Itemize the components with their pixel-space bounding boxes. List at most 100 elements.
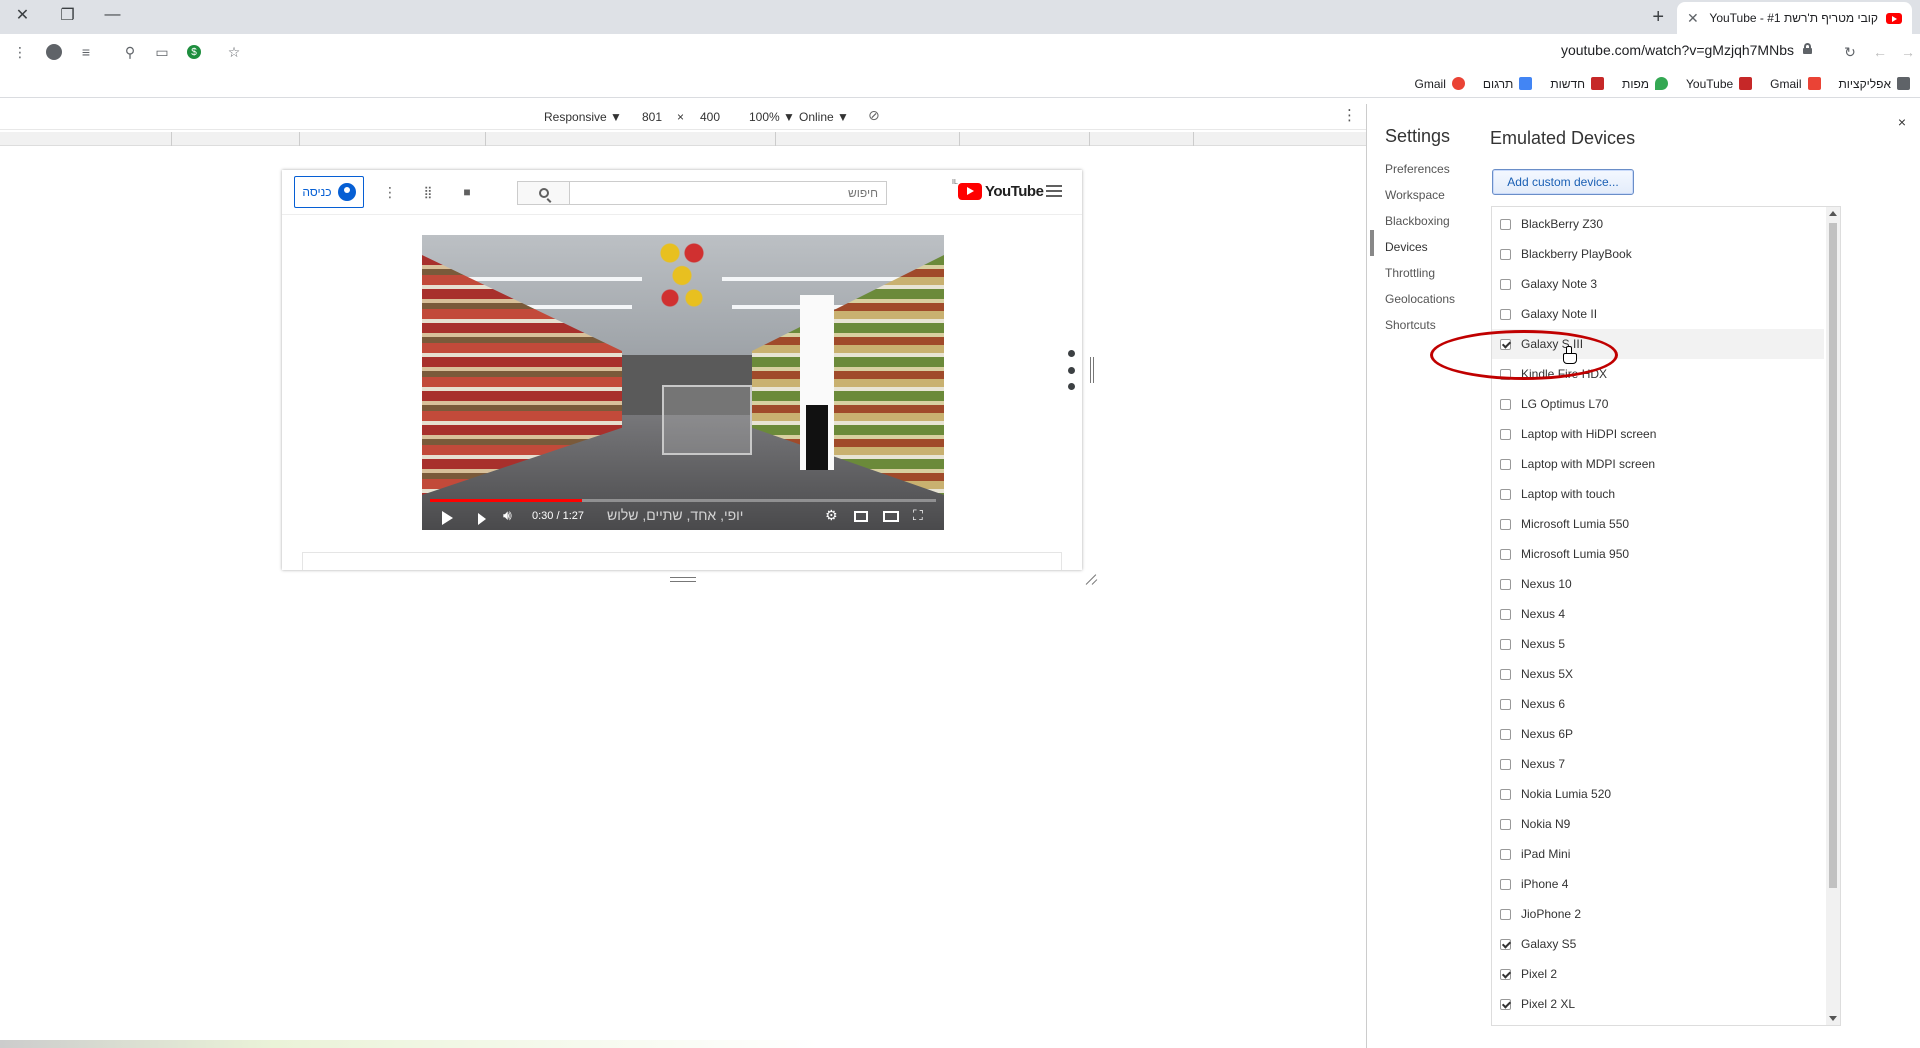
theater-mode-icon[interactable] xyxy=(883,511,899,522)
media-query-bar[interactable] xyxy=(0,132,1366,146)
devices-scrollbar[interactable] xyxy=(1826,207,1840,1025)
device-checkbox[interactable] xyxy=(1500,218,1511,230)
device-row[interactable]: Galaxy Note 3 xyxy=(1492,269,1824,299)
new-tab-button[interactable]: + xyxy=(1652,6,1664,29)
device-checkbox[interactable] xyxy=(1500,338,1511,350)
progress-bar[interactable] xyxy=(430,499,582,502)
device-checkbox[interactable] xyxy=(1500,788,1511,800)
settings-nav-blackboxing[interactable]: Blackboxing xyxy=(1385,214,1450,228)
device-checkbox[interactable] xyxy=(1500,698,1511,710)
profile-icon[interactable] xyxy=(44,42,64,62)
device-checkbox[interactable] xyxy=(1500,728,1511,740)
forward-icon[interactable]: → xyxy=(1898,42,1918,62)
device-row[interactable]: BlackBerry Z30 xyxy=(1492,209,1824,239)
device-checkbox[interactable] xyxy=(1500,608,1511,620)
device-row[interactable]: Nexus 5X xyxy=(1492,659,1824,689)
add-custom-device-button[interactable]: Add custom device... xyxy=(1492,169,1634,195)
bookmark-youtube[interactable]: YouTube xyxy=(1686,77,1753,91)
viewport-height-input[interactable]: 400 xyxy=(700,110,720,124)
address-bar[interactable]: youtube.com/watch?v=gMzjqh7MNbs xyxy=(1561,42,1794,58)
sign-in-button[interactable]: כניסה xyxy=(294,176,364,208)
device-row[interactable]: Microsoft Lumia 550 xyxy=(1492,509,1824,539)
video-player[interactable]: 🔊︎ 0:30 / 1:27 יופי, אחד, שתיים, שלוש ⚙ … xyxy=(422,235,944,530)
bookmark-translate[interactable]: תרגום xyxy=(1483,77,1533,91)
back-icon[interactable]: ← xyxy=(1870,42,1890,62)
device-row[interactable]: Nexus 6 xyxy=(1492,689,1824,719)
extension-image-icon[interactable]: ▭ xyxy=(152,42,172,62)
bookmark-gmail-2[interactable]: Gmail xyxy=(1415,77,1465,91)
close-window-icon[interactable]: ✕ xyxy=(0,0,45,30)
device-row[interactable]: Galaxy S5 xyxy=(1492,929,1824,959)
settings-nav-devices[interactable]: Devices xyxy=(1385,240,1428,254)
bookmark-maps[interactable]: מפות xyxy=(1622,77,1669,91)
device-row[interactable]: iPad Mini xyxy=(1492,839,1824,869)
reading-list-icon[interactable]: ≡ xyxy=(76,42,96,62)
device-row[interactable]: Galaxy S III xyxy=(1492,329,1824,359)
device-checkbox[interactable] xyxy=(1500,938,1511,950)
device-row[interactable]: Nexus 7 xyxy=(1492,749,1824,779)
network-throttle-select[interactable]: Online ▼ xyxy=(799,110,849,124)
settings-nav-throttling[interactable]: Throttling xyxy=(1385,266,1435,280)
miniplayer-icon[interactable] xyxy=(854,511,868,522)
settings-more-icon[interactable]: ⋮ xyxy=(382,184,398,200)
device-checkbox[interactable] xyxy=(1500,668,1511,680)
device-checkbox[interactable] xyxy=(1500,998,1511,1010)
device-checkbox[interactable] xyxy=(1500,848,1511,860)
device-row[interactable]: Nokia N9 xyxy=(1492,809,1824,839)
device-checkbox[interactable] xyxy=(1500,488,1511,500)
settings-nav-preferences[interactable]: Preferences xyxy=(1385,162,1450,176)
device-checkbox[interactable] xyxy=(1500,368,1511,380)
device-row[interactable]: Nokia Lumia 520 xyxy=(1492,779,1824,809)
device-checkbox[interactable] xyxy=(1500,518,1511,530)
device-checkbox[interactable] xyxy=(1500,878,1511,890)
viewport-width-input[interactable]: 801 xyxy=(642,110,662,124)
device-checkbox[interactable] xyxy=(1500,398,1511,410)
device-row[interactable]: Laptop with touch xyxy=(1492,479,1824,509)
device-row[interactable]: LG Optimus L70 xyxy=(1492,389,1824,419)
lock-icon[interactable] xyxy=(1803,43,1812,54)
volume-icon[interactable]: 🔊︎ xyxy=(503,507,517,523)
tab-close-icon[interactable]: ✕ xyxy=(1687,10,1699,27)
device-checkbox[interactable] xyxy=(1500,818,1511,830)
device-row[interactable]: Laptop with MDPI screen xyxy=(1492,449,1824,479)
browser-tab[interactable]: קובי מטריף ת'רשת #1 - YouTube ✕ xyxy=(1677,2,1912,34)
settings-nav-shortcuts[interactable]: Shortcuts xyxy=(1385,318,1436,332)
device-checkbox[interactable] xyxy=(1500,428,1511,440)
bookmark-apps[interactable]: אפליקציות xyxy=(1839,77,1910,91)
create-video-icon[interactable]: ■ xyxy=(459,184,475,200)
settings-gear-icon[interactable]: ⚙ xyxy=(825,507,839,523)
device-row[interactable]: JioPhone 2 xyxy=(1492,899,1824,929)
settings-nav-geolocations[interactable]: Geolocations xyxy=(1385,292,1455,306)
play-icon[interactable] xyxy=(442,511,453,525)
settings-nav-workspace[interactable]: Workspace xyxy=(1385,188,1445,202)
device-row[interactable]: Kindle Fire HDX xyxy=(1492,359,1824,389)
device-checkbox[interactable] xyxy=(1500,908,1511,920)
device-toolbar-menu-icon[interactable]: ⋮ xyxy=(1342,106,1357,124)
device-row[interactable]: Pixel 2 xyxy=(1492,959,1824,989)
bookmark-gmail[interactable]: Gmail xyxy=(1770,77,1821,91)
scroll-up-icon[interactable] xyxy=(1829,211,1837,216)
device-checkbox[interactable] xyxy=(1500,758,1511,770)
device-checkbox[interactable] xyxy=(1500,968,1511,980)
hamburger-menu-icon[interactable] xyxy=(1046,185,1062,197)
viewport-width-resizer[interactable] xyxy=(1090,357,1094,383)
search-button[interactable] xyxy=(518,182,570,204)
next-icon[interactable] xyxy=(478,513,486,525)
browser-menu-icon[interactable]: ⋮ xyxy=(10,42,30,62)
extension-search-icon[interactable]: ⚲ xyxy=(120,42,140,62)
device-checkbox[interactable] xyxy=(1500,578,1511,590)
device-row[interactable]: Galaxy Note II xyxy=(1492,299,1824,329)
device-checkbox[interactable] xyxy=(1500,638,1511,650)
settings-close-button[interactable]: × xyxy=(1898,114,1906,130)
device-checkbox[interactable] xyxy=(1500,308,1511,320)
apps-grid-icon[interactable]: ⣿ xyxy=(420,184,436,200)
device-row[interactable]: Pixel 2 XL xyxy=(1492,989,1824,1019)
fullscreen-icon[interactable]: ⛶ xyxy=(913,507,927,523)
scrollbar-thumb[interactable] xyxy=(1829,223,1837,888)
device-row[interactable]: Nexus 10 xyxy=(1492,569,1824,599)
rotate-disabled-icon[interactable]: ⊘ xyxy=(868,107,880,124)
minimize-window-icon[interactable]: — xyxy=(90,0,135,30)
search-input[interactable] xyxy=(570,182,886,204)
device-row[interactable]: Blackberry PlayBook xyxy=(1492,239,1824,269)
device-checkbox[interactable] xyxy=(1500,248,1511,260)
